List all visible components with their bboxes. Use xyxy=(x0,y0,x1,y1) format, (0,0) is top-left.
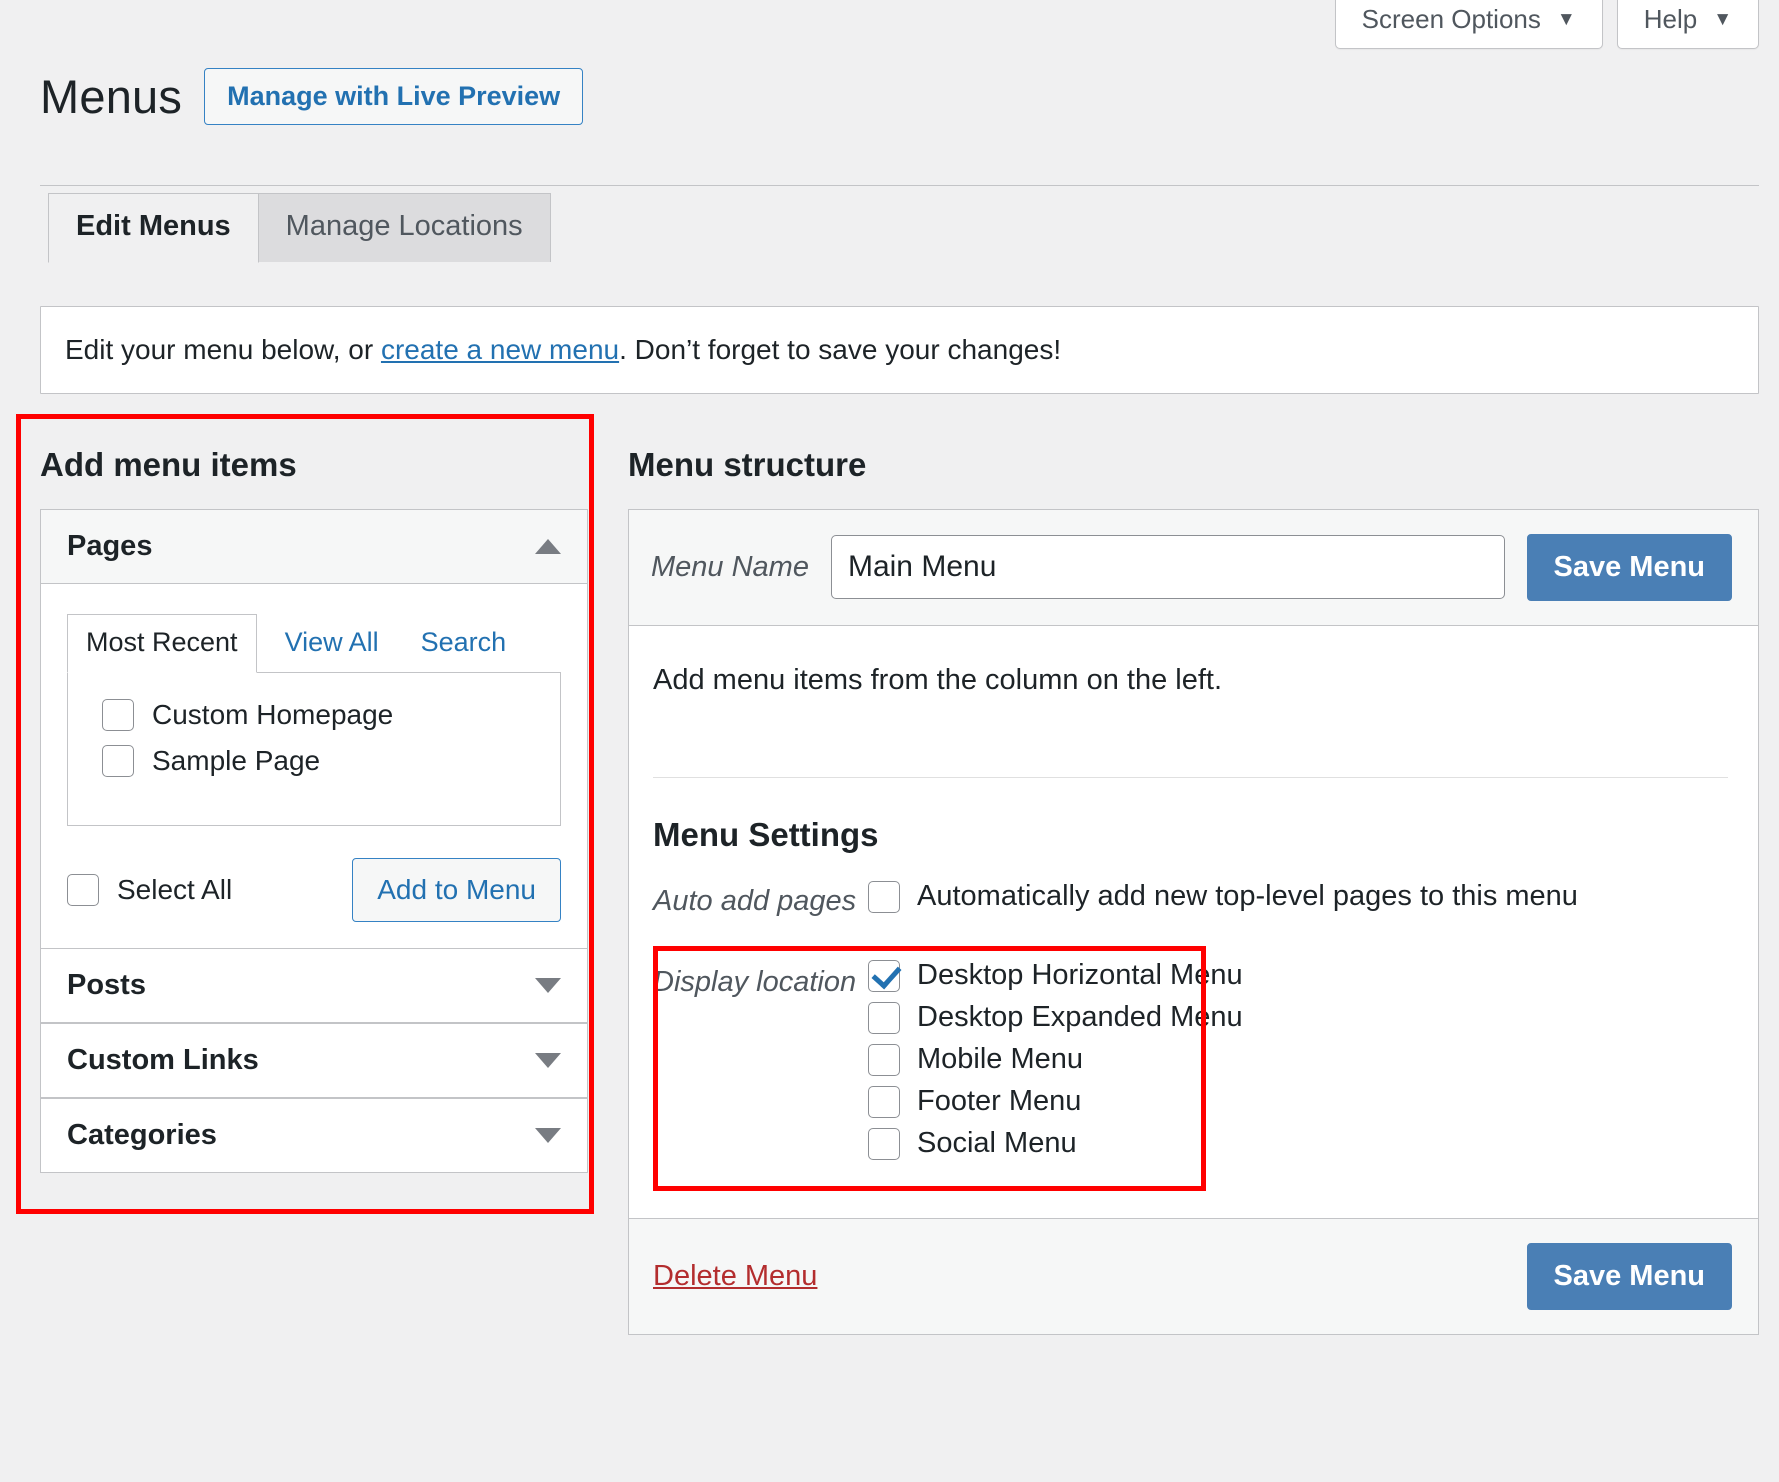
display-location-option-label: Social Menu xyxy=(917,1127,1077,1160)
auto-add-pages-option-label: Automatically add new top-level pages to… xyxy=(917,880,1578,913)
menu-name-input[interactable] xyxy=(830,535,1505,600)
checkbox-select-all[interactable] xyxy=(67,873,99,906)
display-location-option-label: Desktop Expanded Menu xyxy=(917,1001,1243,1034)
menu-name-label: Menu Name xyxy=(651,550,809,583)
display-location-label: Display location xyxy=(653,965,857,998)
pages-accordion-body: Most Recent View All Search Custom Homep… xyxy=(41,583,587,948)
pages-accordion-header[interactable]: Pages xyxy=(41,509,587,584)
auto-add-pages-label: Auto add pages xyxy=(653,884,857,917)
list-item[interactable]: Sample Page xyxy=(102,744,560,777)
menu-structure-box: Menu Name Save Menu Add menu items from … xyxy=(628,508,1759,1335)
triangle-down-icon[interactable] xyxy=(535,977,561,993)
display-location-option[interactable]: Desktop Expanded Menu xyxy=(868,1001,1243,1034)
save-menu-button-top[interactable]: Save Menu xyxy=(1526,533,1732,601)
menu-notice: Edit your menu below, or create a new me… xyxy=(40,305,1759,394)
pages-tab-view-all[interactable]: View All xyxy=(271,615,393,672)
chevron-down-icon: ▼ xyxy=(1556,8,1576,30)
checkbox-desktop-horizontal-menu[interactable] xyxy=(868,959,900,992)
page-title: Menus xyxy=(40,70,183,124)
add-to-menu-button[interactable]: Add to Menu xyxy=(352,857,561,922)
nav-tabs: Edit Menus Manage Locations xyxy=(48,192,1779,263)
pages-accordion-title: Pages xyxy=(67,529,153,562)
menu-settings: Menu Settings Auto add pages Automatical… xyxy=(653,778,1728,1218)
menu-name-row: Menu Name Save Menu xyxy=(629,509,1758,626)
add-menu-items-heading: Add menu items xyxy=(40,445,297,483)
checkbox-social-menu[interactable] xyxy=(868,1127,900,1160)
checkbox-custom-homepage[interactable] xyxy=(102,698,134,731)
auto-add-pages-row: Auto add pages Automatically add new top… xyxy=(653,880,1728,918)
pages-inner-tabs: Most Recent View All Search xyxy=(67,613,561,673)
pages-checkbox-list: Custom Homepage Sample Page xyxy=(67,672,561,826)
list-item-label: Custom Homepage xyxy=(152,698,394,730)
auto-add-pages-options: Automatically add new top-level pages to… xyxy=(868,880,1578,913)
pages-tab-search[interactable]: Search xyxy=(407,615,521,672)
help-label: Help xyxy=(1643,4,1698,34)
display-location-options: Desktop Horizontal Menu Desktop Expanded… xyxy=(868,959,1243,1160)
auto-add-pages-option[interactable]: Automatically add new top-level pages to… xyxy=(868,880,1578,913)
menu-settings-title: Menu Settings xyxy=(653,815,879,853)
tab-edit-menus[interactable]: Edit Menus xyxy=(48,192,259,263)
delete-menu-link[interactable]: Delete Menu xyxy=(653,1260,817,1293)
select-all-row[interactable]: Select All xyxy=(67,873,233,906)
tab-manage-locations[interactable]: Manage Locations xyxy=(257,192,551,262)
menu-structure-body: Add menu items from the column on the le… xyxy=(629,626,1758,1218)
menu-structure-heading: Menu structure xyxy=(628,445,867,483)
list-item-label: Sample Page xyxy=(152,744,321,776)
nav-tabs-underline xyxy=(40,185,1759,186)
pages-actions: Select All Add to Menu xyxy=(67,857,561,922)
display-location-option[interactable]: Footer Menu xyxy=(868,1085,1243,1118)
help-button[interactable]: Help ▼ xyxy=(1616,0,1759,49)
triangle-down-icon[interactable] xyxy=(535,1127,561,1143)
display-location-option-label: Mobile Menu xyxy=(917,1043,1084,1076)
screen-options-label: Screen Options xyxy=(1361,4,1541,34)
menu-structure-column: Menu structure Menu Name Save Menu Add m… xyxy=(628,448,1759,1335)
add-menu-items-column: Add menu items Pages Most Recent View Al… xyxy=(16,413,594,1214)
checkbox-sample-page[interactable] xyxy=(102,744,134,777)
display-location-option[interactable]: Mobile Menu xyxy=(868,1043,1243,1076)
chevron-down-icon: ▼ xyxy=(1713,8,1732,30)
categories-accordion-title: Categories xyxy=(67,1118,217,1151)
manage-with-live-preview-button[interactable]: Manage with Live Preview xyxy=(204,68,584,126)
checkbox-mobile-menu[interactable] xyxy=(868,1043,900,1076)
custom-links-accordion-title: Custom Links xyxy=(67,1043,259,1076)
display-location-option-label: Desktop Horizontal Menu xyxy=(917,959,1243,992)
pages-metabox: Pages Most Recent View All Search Custom… xyxy=(40,508,588,1173)
custom-links-accordion-header[interactable]: Custom Links xyxy=(41,1022,587,1098)
display-location-option[interactable]: Desktop Horizontal Menu xyxy=(868,959,1243,992)
list-item[interactable]: Custom Homepage xyxy=(102,698,560,731)
notice-text-after: . Don’t forget to save your changes! xyxy=(619,333,1062,365)
checkbox-auto-add-pages[interactable] xyxy=(868,880,900,913)
menus-editor-columns: Add menu items Pages Most Recent View Al… xyxy=(0,394,1779,1335)
triangle-up-icon[interactable] xyxy=(535,538,561,554)
display-location-row: Display location Desktop Horizontal Menu… xyxy=(653,945,1728,1191)
empty-menu-hint: Add menu items from the column on the le… xyxy=(653,663,1222,696)
checkbox-footer-menu[interactable] xyxy=(868,1085,900,1118)
categories-accordion-header[interactable]: Categories xyxy=(41,1097,587,1172)
select-all-label: Select All xyxy=(117,873,233,905)
posts-accordion-header[interactable]: Posts xyxy=(41,947,587,1023)
triangle-down-icon[interactable] xyxy=(535,1052,561,1068)
screen-meta-links: Screen Options ▼ Help ▼ xyxy=(1334,0,1759,49)
menu-structure-footer: Delete Menu Save Menu xyxy=(629,1217,1758,1334)
screen-options-button[interactable]: Screen Options ▼ xyxy=(1334,0,1603,49)
checkbox-desktop-expanded-menu[interactable] xyxy=(868,1001,900,1034)
display-location-option[interactable]: Social Menu xyxy=(868,1127,1243,1160)
display-location-option-label: Footer Menu xyxy=(917,1085,1082,1118)
posts-accordion-title: Posts xyxy=(67,968,146,1001)
create-a-new-menu-link[interactable]: create a new menu xyxy=(381,334,619,365)
save-menu-button-bottom[interactable]: Save Menu xyxy=(1526,1242,1732,1310)
notice-text-before: Edit your menu below, or xyxy=(65,333,381,365)
pages-tab-most-recent[interactable]: Most Recent xyxy=(67,613,257,673)
